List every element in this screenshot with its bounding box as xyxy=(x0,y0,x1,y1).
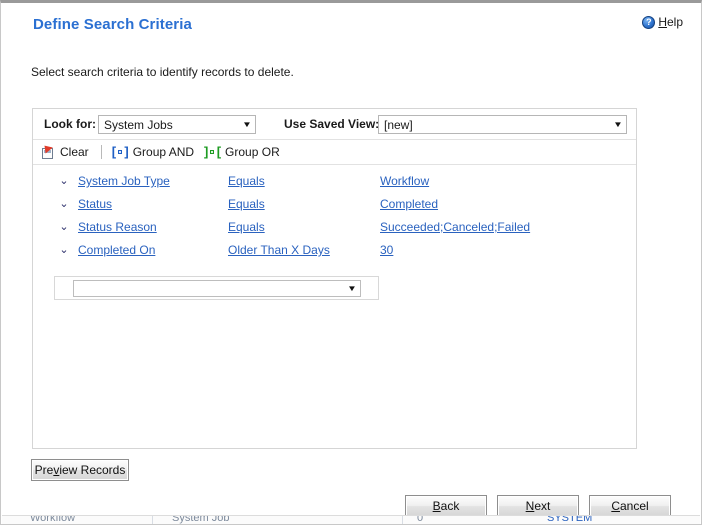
back-post: ack xyxy=(440,499,460,513)
criteria-field-link[interactable]: Status xyxy=(78,197,112,211)
group-and-bracket-icon: [] xyxy=(111,144,129,159)
savedview-value: [new] xyxy=(384,117,413,132)
chevron-down-icon: ▼ xyxy=(613,119,623,129)
cancel-post: ancel xyxy=(619,499,649,513)
criteria-operator-link[interactable]: Equals xyxy=(228,197,265,211)
new-criteria-field-dropdown[interactable]: ▼ xyxy=(73,280,361,297)
lookfor-value: System Jobs xyxy=(104,117,173,132)
criteria-operator-link[interactable]: Equals xyxy=(228,174,265,188)
preview-post: iew Records xyxy=(59,463,126,477)
criteria-value-link[interactable]: Workflow xyxy=(380,174,429,188)
group-and-button[interactable]: [] Group AND xyxy=(110,141,202,163)
row-expander-icon[interactable]: ⌄ xyxy=(58,244,70,256)
criteria-operator-link[interactable]: Equals xyxy=(228,220,265,234)
help-accel: H xyxy=(658,15,667,29)
row-expander-icon[interactable]: ⌄ xyxy=(58,175,70,187)
background-window-strip: Workflow System Job 0 SYSTEM xyxy=(2,515,700,524)
table-row: ⌄ System Job Type Equals Workflow xyxy=(33,171,636,194)
dialog-window: Define Search Criteria ? Help Select sea… xyxy=(0,0,702,525)
savedview-label: Use Saved View: xyxy=(284,117,380,131)
chevron-down-icon: ▼ xyxy=(242,119,252,129)
criteria-value-link[interactable]: Completed xyxy=(380,197,438,211)
new-criteria-row: ▼ xyxy=(54,276,379,300)
cancel-button[interactable]: Cancel xyxy=(589,495,671,517)
help-label: Help xyxy=(658,15,683,29)
help-question-icon: ? xyxy=(642,15,656,29)
lookfor-row: Look for: System Jobs ▼ Use Saved View: … xyxy=(33,109,636,140)
table-row: ⌄ Status Equals Completed xyxy=(33,194,636,217)
criteria-field-link[interactable]: Status Reason xyxy=(78,220,157,234)
cancel-accel: C xyxy=(611,499,620,513)
criteria-operator-link[interactable]: Older Than X Days xyxy=(228,243,330,257)
help-link[interactable]: ? Help xyxy=(642,15,683,29)
instruction-text: Select search criteria to identify recor… xyxy=(31,65,294,79)
criteria-toolbar: Clear [] Group AND ][ Group OR xyxy=(33,140,636,165)
toolbar-divider xyxy=(100,145,102,159)
dialog-content: Define Search Criteria ? Help Select sea… xyxy=(1,3,701,524)
group-or-label: Group OR xyxy=(225,145,280,159)
table-row: ⌄ Completed On Older Than X Days 30 xyxy=(33,240,636,263)
criteria-panel: Look for: System Jobs ▼ Use Saved View: … xyxy=(32,108,637,449)
chevron-down-icon: ▼ xyxy=(347,283,357,293)
criteria-field-link[interactable]: Completed On xyxy=(78,243,155,257)
group-and-label: Group AND xyxy=(132,145,195,159)
row-expander-icon[interactable]: ⌄ xyxy=(58,221,70,233)
criteria-field-link[interactable]: System Job Type xyxy=(78,174,170,188)
next-post: ext xyxy=(534,499,551,513)
next-button[interactable]: Next xyxy=(497,495,579,517)
help-label-rest: elp xyxy=(666,15,683,29)
preview-pre: Pre xyxy=(34,463,54,477)
criteria-value-link[interactable]: 30 xyxy=(380,243,393,257)
group-or-button[interactable]: ][ Group OR xyxy=(202,141,288,163)
next-accel: N xyxy=(525,499,535,513)
clear-label: Clear xyxy=(60,145,89,159)
savedview-dropdown[interactable]: [new] ▼ xyxy=(378,115,627,134)
table-row: ⌄ Status Reason Equals Succeeded;Cancele… xyxy=(33,217,636,240)
lookfor-dropdown[interactable]: System Jobs ▼ xyxy=(98,115,256,134)
back-button[interactable]: Back xyxy=(405,495,487,517)
clear-button[interactable]: Clear xyxy=(39,141,97,163)
group-or-bracket-icon: ][ xyxy=(204,144,222,159)
preview-records-button[interactable]: Pre v iew Records xyxy=(31,459,129,481)
lookfor-label: Look for: xyxy=(44,117,96,131)
clear-page-icon xyxy=(41,143,56,160)
back-accel: B xyxy=(432,499,441,513)
page-title: Define Search Criteria xyxy=(33,16,192,33)
criteria-value-link[interactable]: Succeeded;Canceled;Failed xyxy=(380,220,530,234)
row-expander-icon[interactable]: ⌄ xyxy=(58,198,70,210)
criteria-rows: ⌄ System Job Type Equals Workflow ⌄ Stat… xyxy=(33,165,636,263)
